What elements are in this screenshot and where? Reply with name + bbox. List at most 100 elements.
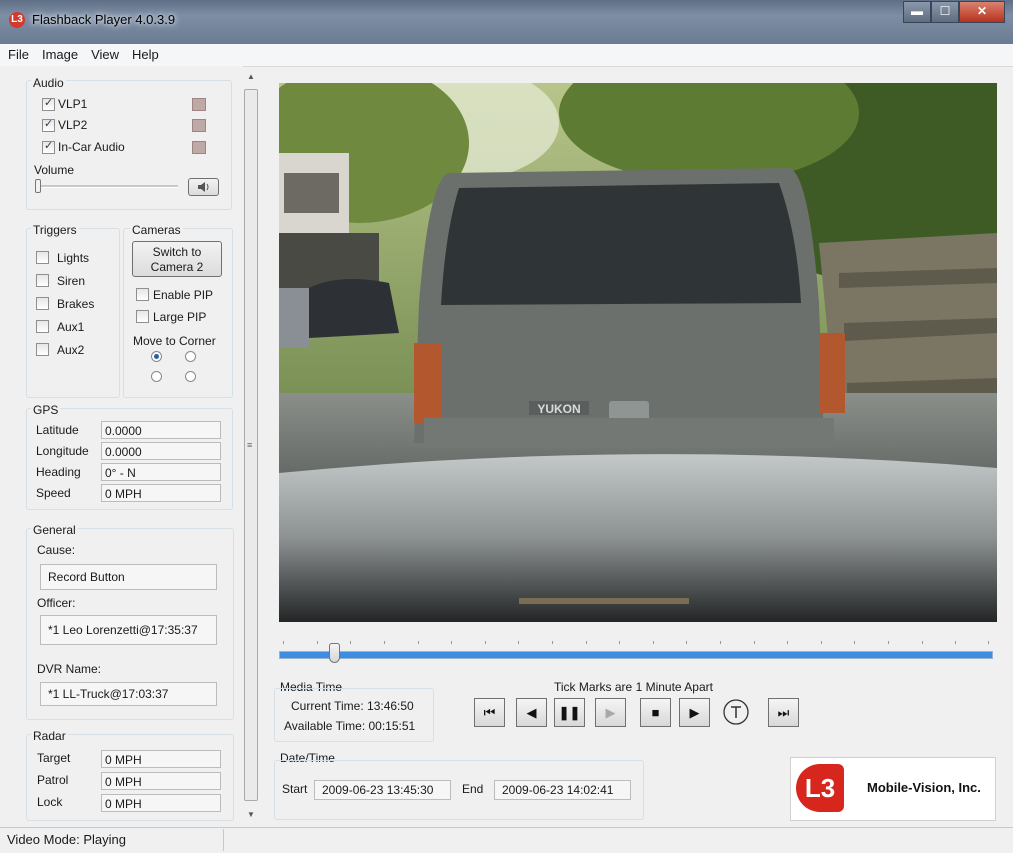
aux1-label: Aux1 <box>57 320 85 334</box>
radar-group-label: Radar <box>31 729 68 743</box>
scroll-up-icon[interactable]: ▲ <box>247 72 255 81</box>
step-back-icon: ◀︎ <box>526 705 537 720</box>
vlp1-level-indicator <box>192 98 206 111</box>
menu-file[interactable]: File <box>3 44 34 65</box>
vlp1-label: VLP1 <box>58 97 88 111</box>
start-label: Start <box>282 782 308 796</box>
available-time: Available Time: 00:15:51 <box>284 719 416 733</box>
volume-slider-track[interactable] <box>36 185 178 188</box>
latitude-label: Latitude <box>36 423 79 437</box>
volume-label: Volume <box>34 163 75 177</box>
side-panel: Audio VLP1 VLP2 In-Car Audio Volume Trig… <box>0 66 243 824</box>
patrol-label: Patrol <box>37 773 69 787</box>
stop-button[interactable]: ■ <box>640 698 671 727</box>
general-group-label: General <box>31 523 78 537</box>
timer-icon <box>722 699 749 725</box>
close-button[interactable]: ✕ <box>959 1 1005 23</box>
corner-top-left-radio[interactable] <box>151 351 162 362</box>
cameras-group-label: Cameras <box>130 223 183 237</box>
speed-value: 0 MPH <box>101 484 221 502</box>
lock-value: 0 MPH <box>101 794 221 812</box>
switch-camera-line2: Camera 2 <box>150 260 204 274</box>
minimize-button[interactable]: ▬ <box>903 1 931 23</box>
play-icon: ▶ <box>605 705 616 720</box>
volume-slider-thumb[interactable] <box>35 179 41 193</box>
skip-to-start-button[interactable]: ⏮ <box>474 698 505 727</box>
maximize-button[interactable]: ☐ <box>931 1 959 23</box>
aux1-checkbox[interactable] <box>36 320 49 333</box>
dvr-name-label: DVR Name: <box>37 662 102 676</box>
brakes-label: Brakes <box>57 297 95 311</box>
play-button[interactable]: ▶ <box>595 698 626 727</box>
vlp2-level-indicator <box>192 119 206 132</box>
timer-button[interactable] <box>720 698 751 727</box>
officer-value: *1 Leo Lorenzetti@17:35:37 <box>40 615 217 645</box>
longitude-value: 0.0000 <box>101 442 221 460</box>
aux2-checkbox[interactable] <box>36 343 49 356</box>
end-datetime: 2009-06-23 14:02:41 <box>494 780 631 800</box>
menu-image[interactable]: Image <box>37 44 83 65</box>
in-car-audio-level-indicator <box>192 141 206 154</box>
skip-to-end-button[interactable]: ⏭ <box>768 698 799 727</box>
menu-help[interactable]: Help <box>127 44 164 65</box>
switch-camera-line1: Switch to <box>152 245 202 259</box>
in-car-audio-label: In-Car Audio <box>58 140 125 154</box>
dvr-name-value: *1 LL-Truck@17:03:37 <box>40 682 217 706</box>
step-back-button[interactable]: ◀︎ <box>516 698 547 727</box>
menu-view[interactable]: View <box>86 44 124 65</box>
tick-marks-note: Tick Marks are 1 Minute Apart <box>554 680 713 694</box>
step-forward-button[interactable]: ▶︎ <box>679 698 710 727</box>
vlp1-checkbox[interactable] <box>42 96 55 111</box>
timeline-track[interactable] <box>279 651 993 659</box>
skip-end-icon: ⏭ <box>777 705 790 720</box>
mute-button[interactable] <box>188 178 219 196</box>
corner-bottom-left-radio[interactable] <box>151 371 162 382</box>
speed-label: Speed <box>36 486 71 500</box>
patrol-value: 0 MPH <box>101 772 221 790</box>
title-bar: L3 Flashback Player 4.0.3.9 ▬ ☐ ✕ <box>0 0 1013 44</box>
move-to-corner-label: Move to Corner <box>133 334 216 348</box>
cause-value: Record Button <box>40 564 217 590</box>
lock-label: Lock <box>37 795 63 809</box>
latitude-value: 0.0000 <box>101 421 221 439</box>
scroll-down-icon[interactable]: ▼ <box>247 810 255 819</box>
pause-button[interactable]: ❚❚ <box>554 698 585 727</box>
aux2-label: Aux2 <box>57 343 85 357</box>
timeline-thumb[interactable] <box>329 643 340 663</box>
l3-logo-mark: L3 <box>796 764 844 812</box>
siren-checkbox[interactable] <box>36 274 49 287</box>
vlp2-checkbox[interactable] <box>42 117 55 132</box>
switch-camera-button[interactable]: Switch to Camera 2 <box>132 241 222 277</box>
officer-label: Officer: <box>37 596 76 610</box>
gps-group-label: GPS <box>31 403 61 417</box>
pause-icon: ❚❚ <box>558 705 581 720</box>
large-pip-checkbox[interactable] <box>136 310 149 323</box>
corner-top-right-radio[interactable] <box>185 351 196 362</box>
skip-start-icon: ⏮ <box>483 705 496 720</box>
corner-bottom-right-radio[interactable] <box>185 371 196 382</box>
app-window: L3 Flashback Player 4.0.3.9 ▬ ☐ ✕ File Im… <box>0 0 1013 853</box>
mobile-vision-logo: L3 Mobile-Vision, Inc. <box>790 757 996 821</box>
step-forward-icon: ▶︎ <box>689 705 700 720</box>
media-time-group <box>274 688 434 742</box>
heading-value: 0° - N <box>101 463 221 481</box>
lights-checkbox[interactable] <box>36 251 49 264</box>
yukon-badge-text: YUKON <box>537 402 580 416</box>
enable-pip-checkbox[interactable] <box>136 288 149 301</box>
status-bar: Video Mode: Playing <box>0 827 1013 853</box>
lights-label: Lights <box>57 251 90 265</box>
timeline-slider[interactable] <box>279 637 993 663</box>
siren-label: Siren <box>57 274 86 288</box>
start-datetime: 2009-06-23 13:45:30 <box>314 780 451 800</box>
speaker-icon <box>197 182 208 192</box>
heading-label: Heading <box>36 465 81 479</box>
in-car-audio-checkbox[interactable] <box>42 139 55 154</box>
stop-icon: ■ <box>651 705 660 720</box>
cause-label: Cause: <box>37 543 76 557</box>
side-panel-scrollbar[interactable]: ▲ ≡ ▼ <box>243 68 260 824</box>
longitude-label: Longitude <box>36 444 89 458</box>
splitter-grip-icon[interactable]: ≡ <box>247 440 252 450</box>
brakes-checkbox[interactable] <box>36 297 49 310</box>
target-label: Target <box>37 751 71 765</box>
audio-group-label: Audio <box>31 76 66 90</box>
